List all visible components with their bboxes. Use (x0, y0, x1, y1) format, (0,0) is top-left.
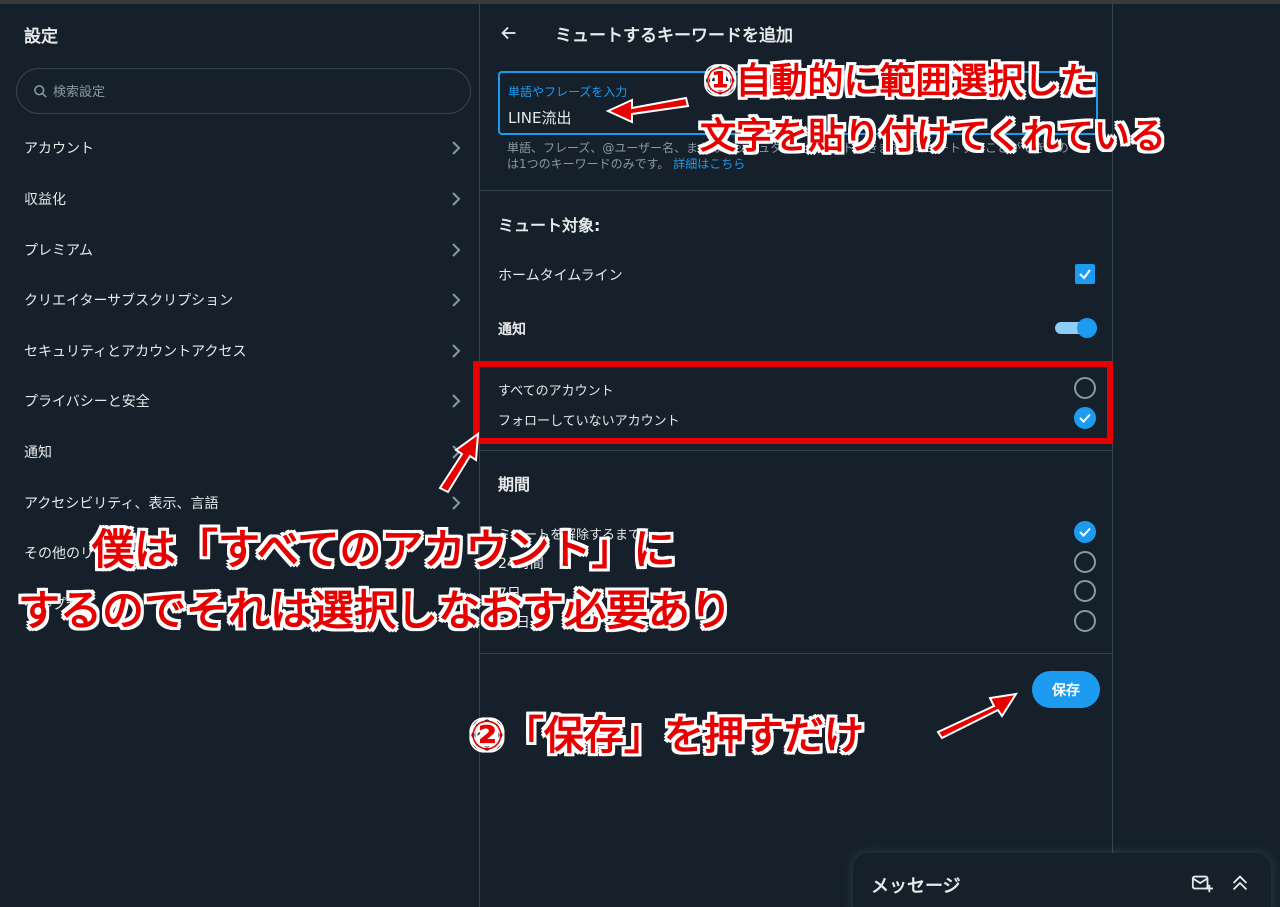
mute-target-heading: ミュート対象: (498, 216, 601, 235)
notifications-label: 通知 (498, 322, 526, 338)
nav-item-label: アカウント (24, 141, 94, 157)
messages-title: メッセージ (871, 876, 961, 897)
page-title: ミュートするキーワードを追加 (555, 26, 793, 46)
duration-7d-radio[interactable] (1074, 580, 1096, 602)
nav-item-label: プライバシーと安全 (24, 394, 150, 410)
back-arrow-icon[interactable] (498, 22, 520, 44)
search-icon (34, 85, 47, 98)
chevron-right-icon (452, 243, 461, 257)
nav-item-label: クリエイターサブスクリプション (24, 293, 234, 309)
nav-item-label: 通知 (24, 445, 52, 461)
nav-item-label: 収益化 (24, 192, 66, 208)
divider (480, 653, 1112, 654)
nav-item-label: その他のリ (24, 546, 94, 562)
nav-item-security[interactable]: セキュリティとアカウントアクセス (6, 326, 479, 376)
keyword-field-label: 単語やフレーズを入力 (508, 85, 628, 99)
settings-search[interactable] (16, 68, 471, 114)
duration-24h-radio[interactable] (1074, 551, 1096, 573)
duration-forever-radio[interactable] (1074, 521, 1096, 543)
nav-item-monetization[interactable]: 収益化 (6, 174, 479, 224)
duration-30d-radio[interactable] (1074, 610, 1096, 632)
home-timeline-label: ホームタイムライン (498, 268, 623, 284)
nav-item-label: セキュリティとアカウントアクセス (24, 344, 247, 360)
toggle-knob (1077, 318, 1097, 338)
checkmark-icon (1079, 269, 1091, 280)
annotation-note-2b: するのでそれは選択しなおす必要あり (18, 586, 733, 635)
annotation-note-1b: 文字を貼り付けてくれている (700, 116, 1166, 157)
settings-title: 設定 (24, 27, 58, 47)
annotation-note-1a: ①自動的に範囲選択した (705, 61, 1096, 102)
messages-drawer[interactable]: メッセージ (853, 853, 1271, 907)
chevron-right-icon (452, 293, 461, 307)
divider (480, 190, 1112, 191)
annotation-note-3: ②「保存」を押すだけ (470, 713, 864, 759)
checkmark-icon (1079, 527, 1091, 537)
settings-column: 設定 アカウント 収益化 プレミアム クリエイターサブスクリプション セキュリテ… (6, 4, 480, 907)
nav-item-privacy[interactable]: プライバシーと安全 (6, 376, 479, 426)
nav-item-account[interactable]: アカウント (6, 123, 479, 173)
new-message-icon[interactable] (1191, 872, 1213, 894)
chevron-right-icon (452, 344, 461, 358)
annotation-highlight-box (473, 361, 1113, 444)
duration-heading: 期間 (498, 475, 531, 494)
home-timeline-checkbox[interactable] (1075, 264, 1095, 284)
nav-item-label: プレミアム (24, 243, 94, 259)
chevron-right-icon (452, 141, 461, 155)
learn-more-link[interactable]: 詳細はこちら (673, 157, 745, 171)
search-input[interactable] (53, 81, 453, 103)
nav-item-label: アクセシビリティ、表示、言語 (24, 496, 219, 512)
annotation-note-2a: 僕は「すべてのアカウント」に (92, 525, 676, 574)
chevron-right-icon (452, 192, 461, 206)
divider (480, 450, 1112, 451)
save-button[interactable]: 保存 (1032, 671, 1100, 708)
chevron-right-icon (452, 496, 461, 510)
chevron-right-icon (452, 394, 461, 408)
collapse-up-icon[interactable] (1229, 872, 1251, 894)
chevron-right-icon (452, 445, 461, 459)
nav-item-creator-subscriptions[interactable]: クリエイターサブスクリプション (6, 275, 479, 325)
nav-item-notifications[interactable]: 通知 (6, 427, 479, 477)
notifications-toggle[interactable] (1053, 318, 1097, 338)
nav-item-premium[interactable]: プレミアム (6, 225, 479, 275)
